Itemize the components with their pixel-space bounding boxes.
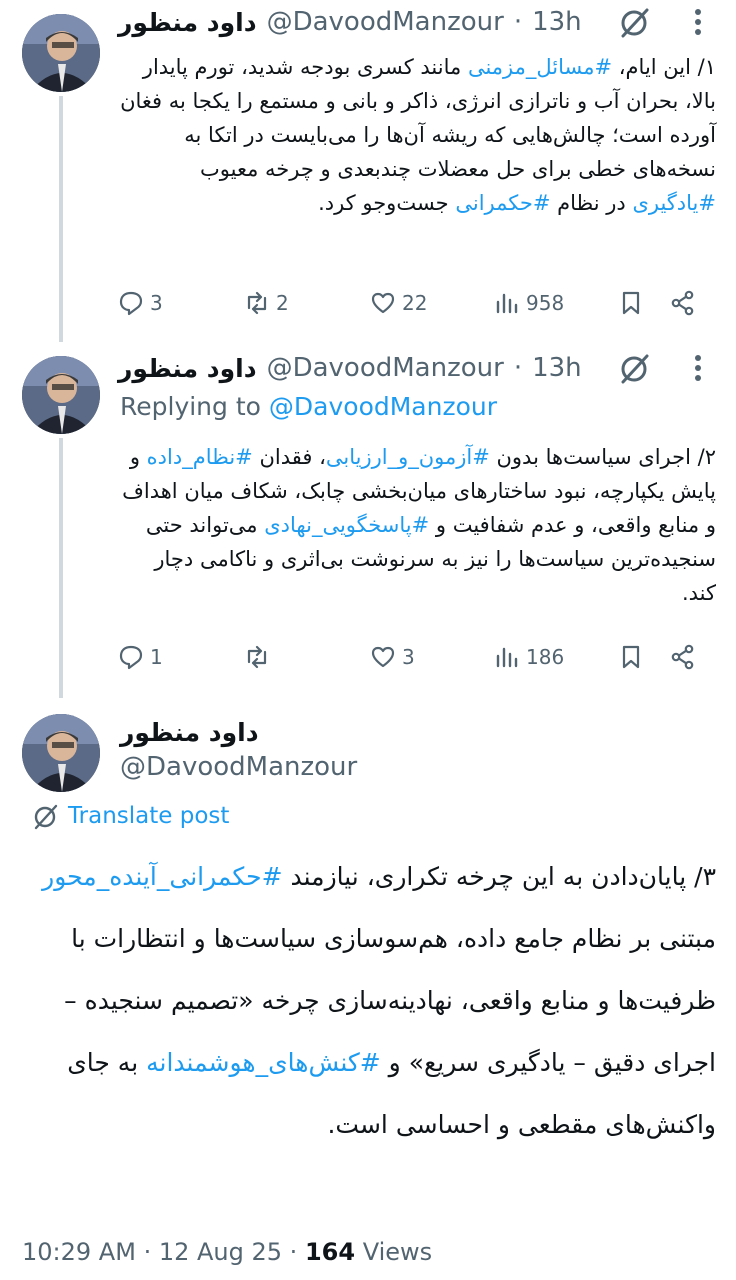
tweet-text: ۲/ اجرای سیاست‌ها بدون #آزمون_و_ارزیابی،… [118,440,716,610]
tweet-header: داود منظور @DavoodManzour · 13h [118,4,582,40]
tweet-header: داود منظور @DavoodManzour · 13h [118,350,582,386]
more-icon[interactable] [680,4,716,40]
replying-to: Replying to @DavoodManzour [120,392,497,421]
author-name[interactable]: داود منظور [118,8,257,37]
timestamp[interactable]: 13h [532,353,582,383]
bookmark-icon [622,645,640,669]
like-count: 3 [402,645,415,669]
like-button[interactable]: 22 [370,290,427,316]
hashtag-link[interactable]: #آزمون_و_ارزیابی [326,445,490,469]
translate-post-link[interactable]: Translate post [32,802,229,830]
text-segment: در نظام [550,191,633,215]
repost-count: 2 [276,291,289,315]
replying-to-handle[interactable]: @DavoodManzour [269,392,497,421]
reply-button[interactable]: 3 [118,290,163,316]
author-name[interactable]: داود منظور [120,718,259,747]
post-time[interactable]: 10:29 AM [22,1238,136,1266]
author-handle[interactable]: @DavoodManzour [120,752,357,782]
like-icon [371,646,395,668]
post-views-count: 164 [304,1238,356,1266]
hashtag-link[interactable]: #حکمرانی_آینده_محور [42,862,282,891]
text-segment: ، فقدان [252,445,326,469]
more-icon[interactable] [680,350,716,386]
post-text: ۳/ پایان‌دادن به این چرخه تکراری، نیازمن… [20,846,716,1156]
text-segment: ۳/ پایان‌دادن به این چرخه تکراری، نیازمن… [282,862,717,891]
repost-button[interactable]: 2 [244,290,289,316]
timestamp[interactable]: 13h [532,7,582,37]
author-handle[interactable]: @DavoodManzour [267,7,504,37]
text-segment: ۲/ اجرای سیاست‌ها بدون [489,445,716,469]
text-segment: ۱/ این ایام، [612,55,716,79]
share-icon [671,644,694,670]
repost-button[interactable] [244,644,276,670]
bookmark-button[interactable] [618,644,644,670]
reply-count: 1 [150,645,163,669]
repost-icon [247,645,267,669]
views-count: 186 [526,645,565,669]
dot-separator: · [513,353,523,383]
bookmark-button[interactable] [618,290,644,316]
dot-separator: · [143,1238,159,1266]
views-icon [496,647,518,668]
hashtag-link[interactable]: #پاسخگویی_نهادی [264,513,429,537]
avatar[interactable] [22,356,100,434]
translate-icon [34,804,58,830]
post-date[interactable]: 12 Aug 25 [159,1238,282,1266]
dot-separator: · [289,1238,305,1266]
share-button[interactable] [670,644,696,670]
hashtag-link[interactable]: #حکمرانی [455,191,550,215]
dot-separator: · [513,7,523,37]
views-count: 958 [526,291,565,315]
share-icon [671,290,694,316]
hashtag-link[interactable]: #مسائل_مزمنی [468,55,612,79]
reply-icon [119,645,143,670]
replying-to-label: Replying to [120,392,261,421]
bookmark-icon [622,291,640,315]
tweet-actions: 3 2 22 958 [118,286,710,322]
hashtag-link[interactable]: #کنش‌های_هوشمندانه [146,1048,381,1077]
grok-icon[interactable] [617,4,653,40]
tweet-actions: 1 3 186 [118,640,710,676]
avatar[interactable] [22,714,100,792]
reply-icon [119,291,143,316]
share-button[interactable] [670,290,696,316]
thread-line [59,438,63,698]
translate-label: Translate post [68,803,230,829]
author-handle[interactable]: @DavoodManzour [267,353,504,383]
hashtag-link[interactable]: #یادگیری [632,191,716,215]
post-views-label: Views [362,1238,433,1266]
views-button[interactable]: 186 [494,644,564,670]
like-count: 22 [402,291,428,315]
post-meta: 10:29 AM · 12 Aug 25 · 164 Views [22,1238,432,1266]
avatar[interactable] [22,14,100,92]
reply-count: 3 [150,291,163,315]
hashtag-link[interactable]: #نظام_داده [147,445,253,469]
views-icon [496,293,518,314]
reply-button[interactable]: 1 [118,644,163,670]
text-segment: جست‌وجو کرد. [318,191,456,215]
thread-line [59,96,63,342]
like-icon [371,292,395,314]
author-name[interactable]: داود منظور [118,354,257,383]
views-button[interactable]: 958 [494,290,564,316]
like-button[interactable]: 3 [370,644,415,670]
repost-icon [247,291,267,315]
grok-icon[interactable] [617,350,653,386]
tweet-text: ۱/ این ایام، #مسائل_مزمنی مانند کسری بود… [118,50,716,220]
